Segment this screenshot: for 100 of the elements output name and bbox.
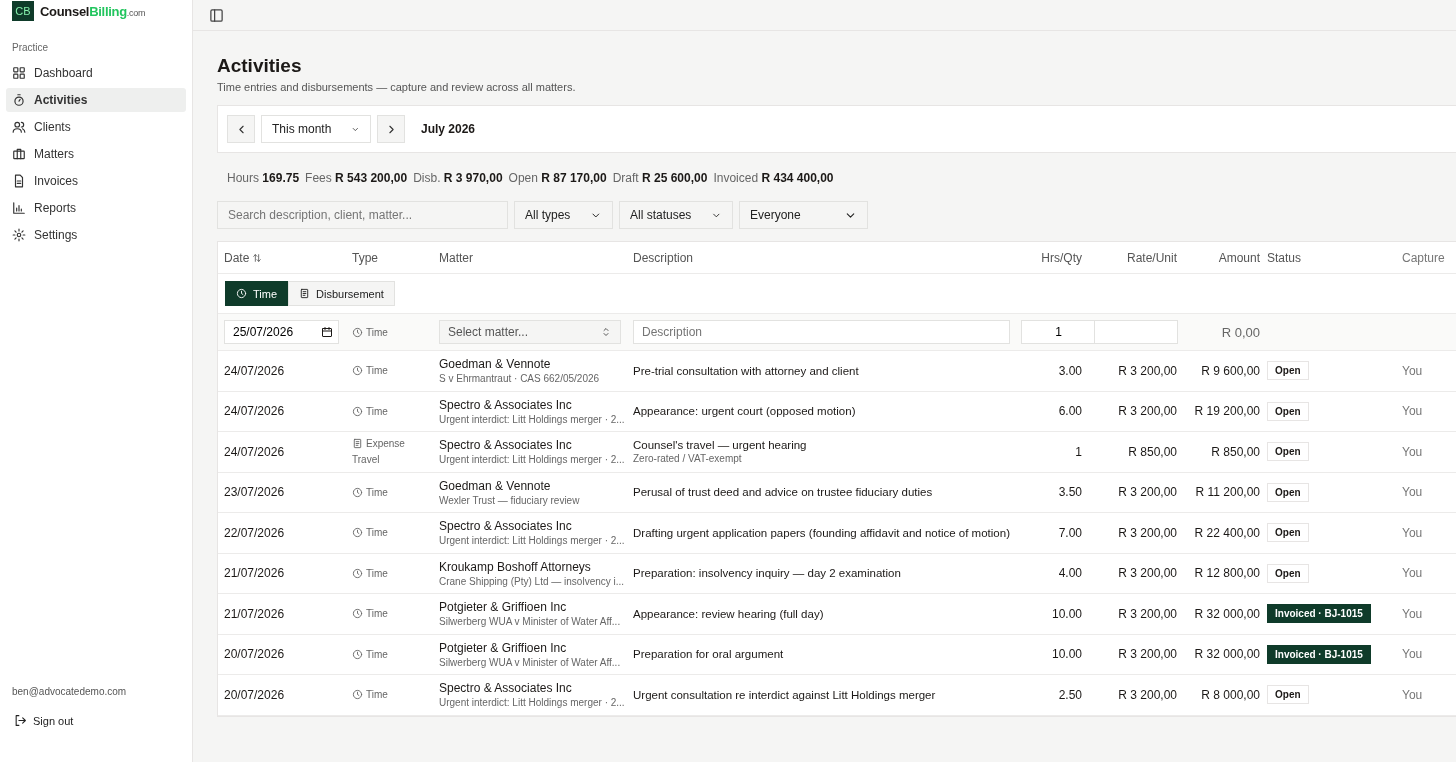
amount-cell-text: R 32 000,00 [1193, 606, 1261, 621]
person-filter-dropdown[interactable]: Everyone [739, 201, 868, 229]
quantity-cell-text: 2.50 [1057, 687, 1083, 702]
entry-type-toggle[interactable]: Time [225, 281, 289, 306]
date-cell-text: 21/07/2026 [223, 566, 286, 581]
type-filter-dropdown[interactable]: All types [514, 201, 613, 229]
clock-icon [352, 608, 363, 620]
amount-text: R 0,00 [1220, 324, 1261, 340]
period-label: July 2026 [421, 122, 476, 136]
status-badge: Invoiced · BJ-1015 [1267, 644, 1371, 664]
description-cell-text: Preparation for oral argument [633, 648, 785, 661]
updown-icon [600, 326, 612, 338]
captured-by-cell-text: You [1401, 566, 1424, 581]
briefcase-icon [12, 147, 26, 161]
nav-item[interactable]: Matters [6, 142, 186, 166]
date-cell-text: 23/07/2026 [223, 485, 286, 500]
date-field[interactable]: 25/07/2026 [224, 320, 339, 344]
description-cell-text: Perusal of trust deed and advice on trustee fiduciary duties [633, 486, 934, 499]
panel-icon [209, 7, 224, 23]
description-cell-text: Urgent consultation re interdict against Litt Holdings merger [633, 688, 937, 701]
quantity-cell-text: 1 [1074, 444, 1083, 459]
nav-item[interactable]: Clients [6, 115, 186, 139]
quantity-field[interactable]: 1 [1021, 320, 1096, 344]
amount-cell-text: R 8 000,00 [1200, 687, 1261, 702]
column-header[interactable]: Date [224, 250, 250, 265]
amount-cell-text: R 32 000,00 [1193, 647, 1261, 662]
sign-out-button[interactable]: Sign out [6, 713, 186, 728]
type-label: Time [352, 608, 439, 620]
status-badge: Open [1267, 361, 1309, 381]
nav-item[interactable]: Dashboard [6, 61, 186, 85]
amount-cell-text: R 9 600,00 [1200, 363, 1261, 378]
summary-stat: Hours 169.75 [227, 171, 300, 185]
rate-cell-text: R 3 200,00 [1117, 404, 1178, 419]
matter-name: S v Ehrmantraut · CAS 662/05/2026 [439, 373, 601, 385]
clock-icon [352, 405, 363, 417]
user-email: ben@advocatedemo.com [11, 686, 128, 697]
matter-select[interactable]: Select matter... [439, 320, 621, 344]
date-cell-text: 24/07/2026 [223, 444, 286, 459]
clock-icon [352, 365, 363, 377]
search-field[interactable]: Search description, client, matter... [217, 201, 508, 229]
date-cell-text: 22/07/2026 [223, 525, 286, 540]
rate-field[interactable] [1094, 320, 1178, 344]
summary-stat: Invoiced R 434 400,00 [713, 171, 834, 185]
rate-cell-text: R 3 200,00 [1117, 566, 1178, 581]
sign-out-icon [14, 714, 27, 727]
period-dropdown[interactable]: This month [261, 115, 371, 143]
page-subtitle: Time entries and disbursements — capture and review across all matters. [217, 81, 577, 93]
column-header: Rate/Unit [1126, 250, 1177, 265]
description-field[interactable]: Description [633, 320, 1010, 344]
quantity-cell-text: 7.00 [1057, 525, 1083, 540]
summary-stat: Fees R 543 200,00 [305, 171, 408, 185]
rate-cell-text: R 3 200,00 [1117, 687, 1178, 702]
description-cell-text: Drafting urgent application papers (founding affidavit and notice of motion) [633, 526, 1011, 539]
nav-item[interactable]: Activities [6, 88, 186, 112]
amount-cell-text: R 22 400,00 [1193, 525, 1261, 540]
previous-button[interactable] [227, 115, 255, 143]
matter-name: Wexler Trust — fiduciary review [439, 494, 581, 506]
nav-item[interactable]: Invoices [6, 169, 186, 193]
type-label: Time [352, 326, 439, 338]
type-label: Time [352, 689, 439, 701]
captured-by-cell-text: You [1401, 404, 1424, 419]
column-header: Type [352, 250, 378, 265]
captured-by-cell-text: You [1401, 606, 1424, 621]
clock-icon [352, 689, 363, 701]
entry-type-toggle[interactable]: Disbursement [288, 281, 395, 306]
client-name: Goedman & Vennote [439, 478, 552, 493]
clock-icon [352, 567, 363, 579]
captured-by-cell-text: You [1401, 525, 1424, 540]
brand-name: CounselBilling.com [40, 3, 146, 19]
clock-icon [352, 648, 363, 660]
sort-icon [252, 252, 263, 263]
tax-note: Zero-rated / VAT-exempt [633, 453, 743, 465]
rate-cell-text: R 3 200,00 [1117, 485, 1178, 500]
nav-item[interactable]: Settings [6, 223, 186, 247]
matter-name: Silwerberg WUA v Minister of Water Aff... [439, 616, 622, 628]
users-icon [12, 120, 26, 134]
nav-item[interactable]: Reports [6, 196, 186, 220]
column-header: Capture [1402, 250, 1445, 265]
bar-chart-icon [12, 201, 26, 215]
sidebar-toggle-button[interactable] [209, 7, 224, 23]
next-button[interactable] [377, 115, 405, 143]
type-label: Time [352, 486, 439, 498]
description-cell-text: Counsel's travel — urgent hearing [633, 439, 808, 452]
client-name: Kroukamp Boshoff Attorneys [439, 559, 592, 574]
matter-name: Urgent interdict: Litt Holdings merger · 2... [439, 535, 626, 547]
type-label: Time [352, 567, 439, 579]
receipt-icon [299, 288, 311, 299]
status-badge: Open [1267, 523, 1309, 543]
status-badge: Open [1267, 442, 1309, 462]
status-filter-dropdown[interactable]: All statuses [619, 201, 733, 229]
client-name: Potgieter & Griffioen Inc [439, 640, 568, 655]
captured-by-cell-text: You [1401, 444, 1424, 459]
captured-by-cell-text: You [1401, 363, 1424, 378]
status-badge: Open [1267, 563, 1309, 583]
column-header: Hrs/Qty [1041, 250, 1082, 265]
column-header: Description [633, 250, 694, 265]
status-badge: Invoiced · BJ-1015 [1267, 604, 1371, 624]
rate-cell-text: R 3 200,00 [1117, 525, 1178, 540]
amount-cell-text: R 850,00 [1210, 444, 1261, 459]
captured-by-cell-text: You [1401, 647, 1424, 662]
